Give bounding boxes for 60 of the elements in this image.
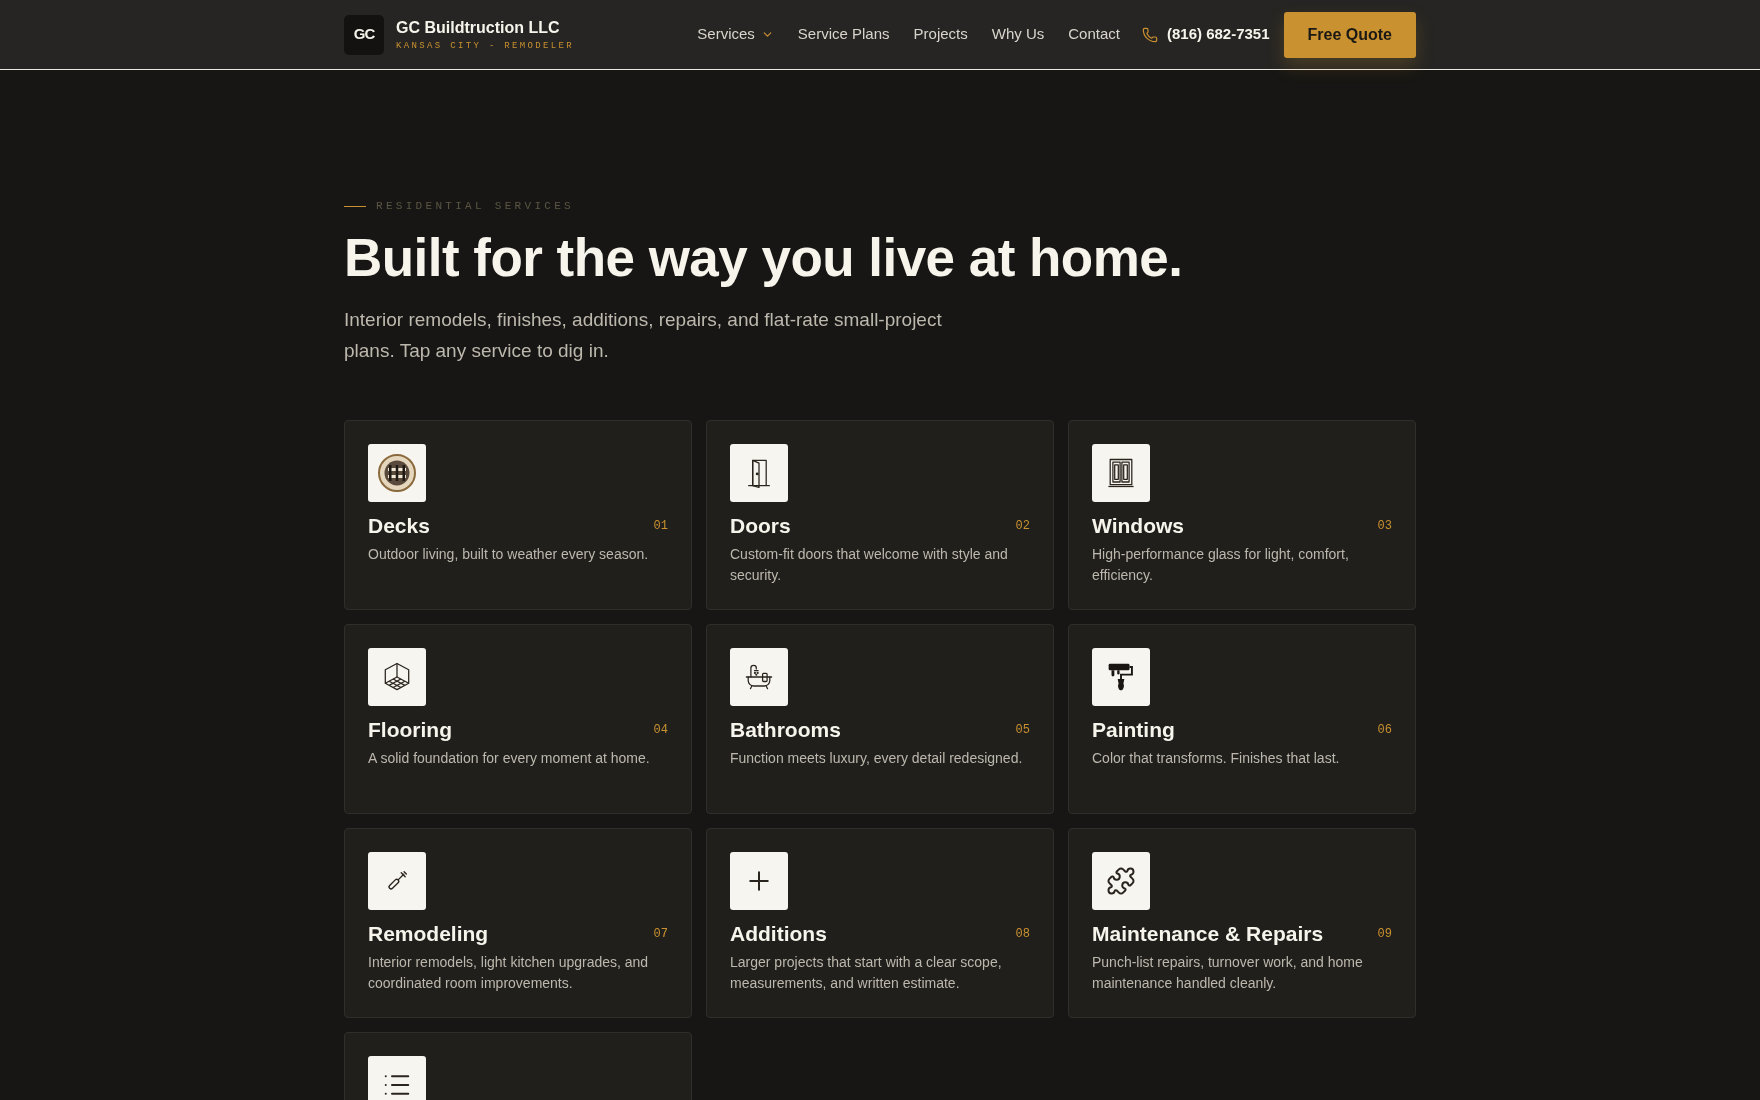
nav-link[interactable]: Projects xyxy=(913,23,968,46)
phone-icon xyxy=(1141,26,1158,43)
service-number: 06 xyxy=(1377,722,1392,739)
service-title: Windows xyxy=(1092,513,1184,539)
page-heading: Built for the way you live at home. xyxy=(344,228,1183,288)
service-number: 04 xyxy=(653,722,668,739)
window-icon xyxy=(1092,444,1150,502)
service-number: 08 xyxy=(1015,926,1030,943)
service-card[interactable]: Additions 08 Larger projects that start with a clear scope, measurements, and written estimate. xyxy=(706,828,1054,1018)
service-title: Doors xyxy=(730,513,791,539)
service-title: Remodeling xyxy=(368,921,489,947)
service-title: Bathrooms xyxy=(730,717,841,743)
service-title: Painting xyxy=(1092,717,1175,743)
brand-tagline: KANSAS CITY - REMODELER xyxy=(396,40,575,53)
service-number: 09 xyxy=(1377,926,1392,943)
bathtub-icon xyxy=(730,648,788,706)
list-icon xyxy=(368,1056,426,1100)
paint-roller-icon xyxy=(1092,648,1150,706)
service-description: Punch-list repairs, turnover work, and home maintenance handled cleanly. xyxy=(1092,953,1364,993)
phone-link[interactable]: (816) 682-7351 xyxy=(1141,23,1270,46)
service-card[interactable]: Remodeling 07 Interior remodels, light kitchen upgrades, and coordinated room improvements. xyxy=(344,828,692,1018)
brand-name: GC Buildtruction LLC xyxy=(396,18,561,38)
service-description: Outdoor living, built to weather every season. xyxy=(368,545,650,564)
service-description: Color that transforms. Finishes that last. xyxy=(1092,749,1341,768)
service-description: Custom-fit doors that welcome with style and security. xyxy=(730,545,1009,585)
service-card[interactable]: Decks 01 Outdoor living, built to weather every season. xyxy=(344,420,692,610)
nav-link[interactable]: Why Us xyxy=(991,23,1045,46)
service-number: 05 xyxy=(1015,722,1030,739)
round-badge-icon xyxy=(368,444,426,502)
service-description: High-performance glass for light, comfort, efficiency. xyxy=(1092,545,1350,585)
puzzle-icon xyxy=(1092,852,1150,910)
service-title: Decks xyxy=(368,513,430,539)
service-number: 03 xyxy=(1377,518,1392,535)
logo-mark[interactable]: GC xyxy=(344,14,384,55)
service-title: Flooring xyxy=(368,717,452,743)
nav-link[interactable]: Service Plans xyxy=(797,23,890,46)
section-eyebrow: RESIDENTIAL SERVICES xyxy=(376,199,575,214)
floor-tiles-icon xyxy=(368,648,426,706)
door-icon xyxy=(730,444,788,502)
service-number: 01 xyxy=(653,518,668,535)
service-card[interactable]: Maintenance & Repairs 09 Punch-list repairs, turnover work, and home maintenance handled cleanly. xyxy=(1068,828,1416,1018)
nav-link[interactable]: Contact xyxy=(1068,23,1120,46)
service-description: Function meets luxury, every detail redesigned. xyxy=(730,749,1024,768)
service-card[interactable]: Painting 06 Color that transforms. Finishes that last. xyxy=(1068,624,1416,814)
service-number: 07 xyxy=(653,926,668,943)
service-card[interactable]: Bathrooms 05 Function meets luxury, every detail redesigned. xyxy=(706,624,1054,814)
free-quote-button[interactable]: Free Quote xyxy=(1283,11,1416,58)
service-title: Maintenance & Repairs xyxy=(1092,921,1324,947)
service-card[interactable]: Flooring 04 A solid foundation for every moment at home. xyxy=(344,624,692,814)
plus-icon xyxy=(730,852,788,910)
service-number: 02 xyxy=(1015,518,1030,535)
service-card[interactable]: Windows 03 High-performance glass for light, comfort, efficiency. xyxy=(1068,420,1416,610)
service-description: Interior remodels, light kitchen upgrades, and coordinated room improvements. xyxy=(368,953,650,993)
nav-menu-button[interactable]: Services xyxy=(697,23,774,46)
service-description: A solid foundation for every moment at home. xyxy=(368,749,651,768)
service-description: Larger projects that start with a clear scope, measurements, and written estimate. xyxy=(730,953,1003,993)
service-title: Additions xyxy=(730,921,827,947)
service-card[interactable]: Doors 02 Custom-fit doors that welcome with style and security. xyxy=(706,420,1054,610)
chisel-icon xyxy=(368,852,426,910)
intro-text: Interior remodels, finishes, additions, repairs, and flat-rate small-project plans. Tap any service to dig in. xyxy=(344,308,943,363)
